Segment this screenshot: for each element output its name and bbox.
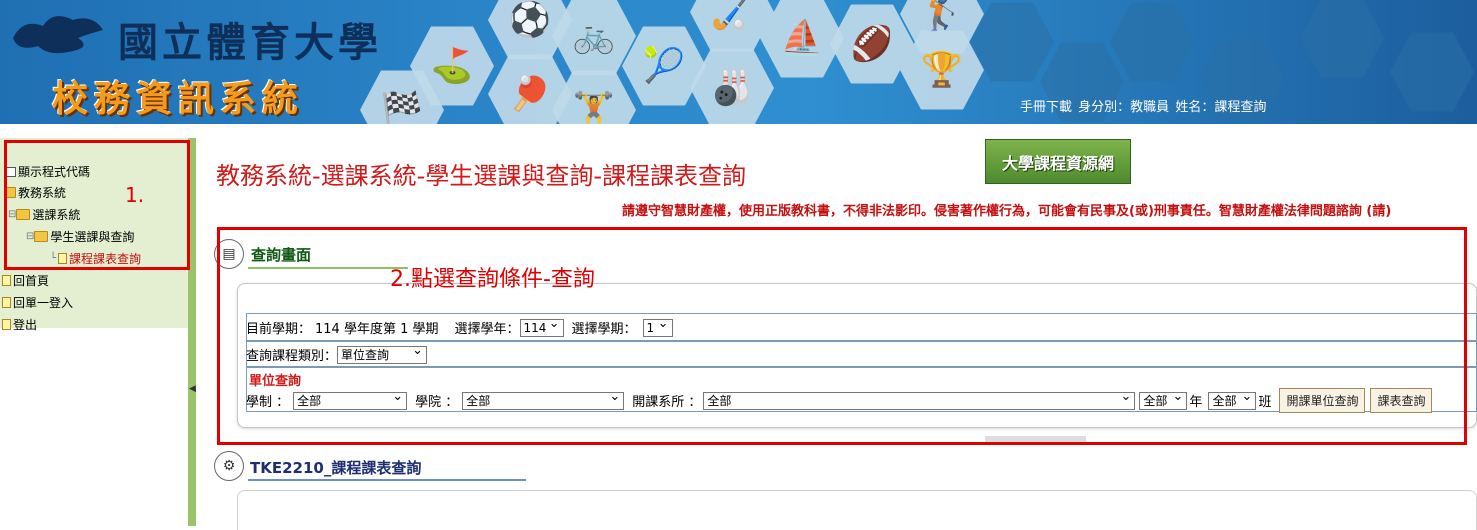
bowling-icon: 🎳 <box>690 48 774 124</box>
copyright-notice: 請遵守智慧財產權，使用正版教科書，不得非法影印。侵害著作權行為，可能會有民事及(… <box>622 204 1392 219</box>
university-logo-icon <box>13 16 103 54</box>
page-title: 教務系統-選課系統-學生選課與查詢-課程課表查詢 <box>216 162 746 190</box>
system-name: 校務資訊系統 <box>52 79 305 120</box>
sidebar-blank <box>0 328 190 526</box>
user-name-label: 姓名：課程查詢 <box>1175 100 1267 115</box>
result-section-title: TKE2210_課程課表查詢 <box>250 459 422 477</box>
page-icon <box>2 297 11 308</box>
course-resource-banner[interactable]: 大學課程資源網 <box>985 139 1131 184</box>
annotation-box-1 <box>4 140 190 270</box>
result-panel <box>237 490 1477 530</box>
hex-deco <box>1110 2 1194 82</box>
banner-links: 手冊下載 身分別：教職員 姓名：課程查詢 <box>1020 96 1268 115</box>
hammer-icon: 🏑 <box>690 0 774 52</box>
hex-deco <box>1390 32 1474 112</box>
section-underline <box>248 479 526 481</box>
sidebar-item-logout[interactable]: 登出 <box>2 316 37 333</box>
hex-deco <box>1300 0 1384 78</box>
sidebar-item-home[interactable]: 回首頁 <box>2 272 49 289</box>
university-name: 國立體育大學 <box>118 19 382 66</box>
identity-label: 身分別：教職員 <box>1078 100 1170 115</box>
dumbbell-icon: 🏋 <box>552 70 636 124</box>
manual-download-link[interactable]: 手冊下載 <box>1020 100 1072 115</box>
annotation-label-2: 2.點選查詢條件-查詢 <box>390 267 595 292</box>
sidebar-item-sso[interactable]: 回單一登入 <box>2 294 73 311</box>
gear-icon: ⚙ <box>214 451 244 481</box>
annotation-label-1: 1. <box>125 183 145 207</box>
page-icon <box>2 275 11 286</box>
annotation-box-2 <box>217 227 1467 445</box>
collapse-arrow-icon[interactable]: ◀ <box>189 384 196 394</box>
page-icon <box>2 319 11 330</box>
header-banner: 國立體育大學 校務資訊系統 ⛳ ⚽ 🚲 🏓 🎾 🏋 🏑 🎳 ⛵ 🏈 🏌 🏆 🏁 … <box>0 0 1477 124</box>
